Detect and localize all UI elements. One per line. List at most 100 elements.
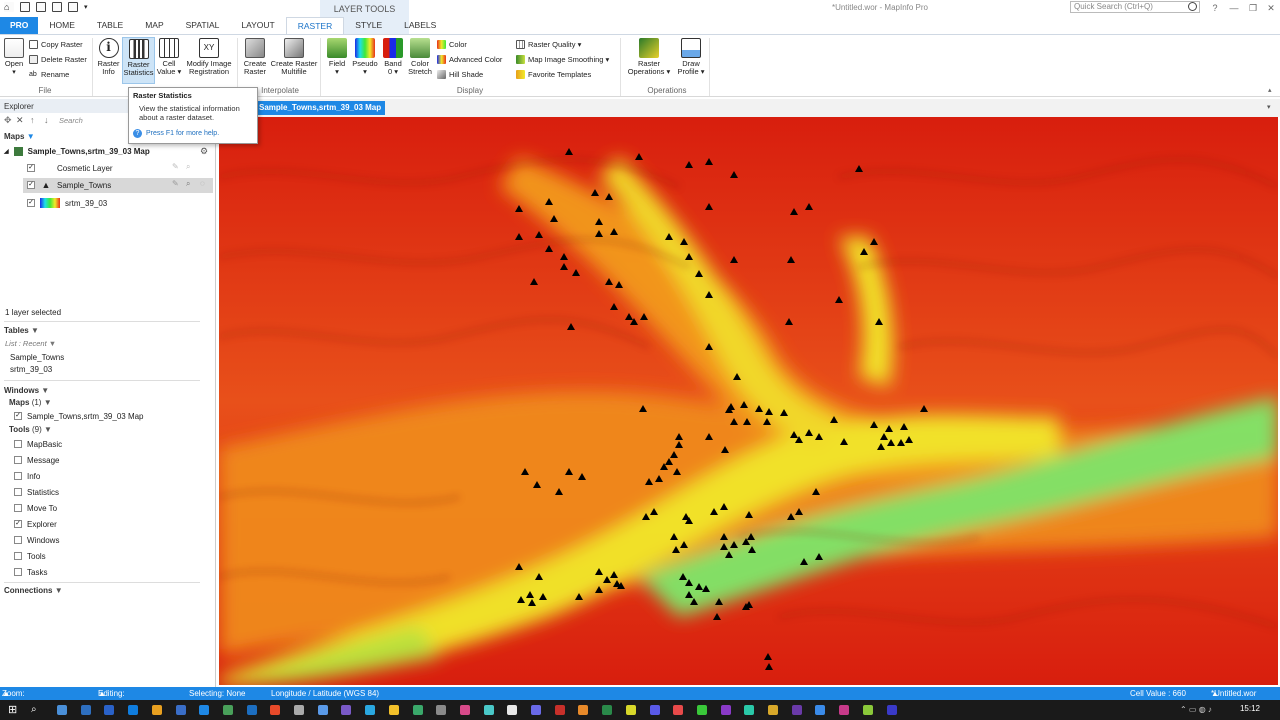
taskbar-app-icon[interactable] xyxy=(791,705,802,715)
raster-operations-button[interactable]: Raster Operations ▾ xyxy=(625,38,673,76)
tools-group[interactable]: Tools (9) ▼ xyxy=(9,425,52,434)
quick-search-input[interactable]: Quick Search (Ctrl+Q) xyxy=(1070,1,1200,13)
taskbar-app-icon[interactable] xyxy=(744,705,755,715)
color-stretch-button[interactable]: Color Stretch xyxy=(406,38,434,76)
create-raster-button[interactable]: Create Raster xyxy=(240,38,270,76)
windows-start-icon[interactable]: ⊞ xyxy=(8,703,17,716)
chevron-down-icon[interactable]: ▼ xyxy=(27,132,35,141)
tool-checkbox[interactable] xyxy=(14,456,22,464)
tool-item-explorer[interactable]: Explorer xyxy=(14,516,62,532)
new-document-icon[interactable] xyxy=(20,2,30,12)
taskbar-app-icon[interactable] xyxy=(57,705,67,715)
layer-row-cosmetic[interactable]: Cosmetic Layer xyxy=(27,161,113,175)
tool-checkbox[interactable] xyxy=(14,440,22,448)
taskbar-app-icon[interactable] xyxy=(531,705,541,715)
tool-checkbox[interactable] xyxy=(14,536,22,544)
tool-item-move-to[interactable]: Move To xyxy=(14,500,62,516)
move-down-icon[interactable]: ↓ xyxy=(44,115,49,125)
taskbar-app-icon[interactable] xyxy=(128,705,139,715)
taskbar-app-icon[interactable] xyxy=(720,705,731,715)
edit-layer-icon[interactable]: ✎ xyxy=(172,179,179,188)
select-layer-icon[interactable]: ⌕ xyxy=(186,179,190,189)
chevron-down-icon[interactable]: ▼ xyxy=(41,386,49,395)
taskbar-app-icon[interactable] xyxy=(862,705,873,715)
layer-row-sample-towns[interactable]: ▲ Sample_Towns xyxy=(27,178,111,192)
chevron-down-icon[interactable]: ▼ xyxy=(55,586,63,595)
table-item[interactable]: srtm_39_03 xyxy=(10,365,52,374)
taskbar-app-icon[interactable] xyxy=(388,705,399,715)
tool-item-tasks[interactable]: Tasks xyxy=(14,564,62,580)
taskbar-app-icon[interactable] xyxy=(175,705,186,715)
tab-pro[interactable]: PRO xyxy=(0,17,39,34)
window-checkbox[interactable] xyxy=(14,412,22,420)
chevron-down-icon[interactable]: ▼ xyxy=(44,425,52,434)
tool-checkbox[interactable] xyxy=(14,504,22,512)
move-icon[interactable]: ✥ xyxy=(4,115,12,126)
expand-triangle-icon[interactable]: ◢ xyxy=(4,148,9,155)
restore-icon[interactable]: ❐ xyxy=(1245,2,1261,14)
taskbar-app-icon[interactable] xyxy=(436,705,447,715)
taskbar-app-icon[interactable] xyxy=(625,705,636,715)
connections-section-header[interactable]: Connections ▼ xyxy=(4,586,63,595)
cell-value-button[interactable]: Cell Value ▾ xyxy=(156,38,182,76)
selecting-status[interactable]: Selecting: None xyxy=(189,687,245,700)
explorer-search-input[interactable]: Search xyxy=(56,116,126,127)
delete-raster-button[interactable]: Delete Raster xyxy=(29,53,87,65)
tab-style[interactable]: STYLE xyxy=(344,17,393,34)
customize-qat-icon[interactable]: ▾ xyxy=(84,3,88,11)
advanced-color-button[interactable]: Advanced Color xyxy=(437,53,502,65)
select-layer-icon[interactable]: ⌕ xyxy=(186,162,190,172)
taskbar-app-icon[interactable] xyxy=(199,705,210,715)
taskbar-app-icon[interactable] xyxy=(317,705,328,715)
tool-item-windows[interactable]: Windows xyxy=(14,532,62,548)
taskbar-app-icon[interactable] xyxy=(341,705,352,715)
taskbar-app-icon[interactable] xyxy=(578,705,589,715)
taskbar-app-icon[interactable] xyxy=(839,705,850,715)
chevron-down-icon[interactable]: ▼ xyxy=(31,326,39,335)
layer-row-srtm[interactable]: srtm_39_03 xyxy=(27,196,107,210)
close-icon[interactable]: ✕ xyxy=(1263,2,1279,14)
taskbar-app-icon[interactable] xyxy=(80,705,91,715)
taskbar-app-icon[interactable] xyxy=(768,705,778,715)
tables-filter[interactable]: List : Recent ▼ xyxy=(5,339,56,348)
maps-windows-group[interactable]: Maps (1) ▼ xyxy=(9,398,52,407)
taskbar-app-icon[interactable] xyxy=(270,705,281,715)
chevron-down-icon[interactable]: ▼ xyxy=(44,398,52,407)
tool-checkbox[interactable] xyxy=(14,472,22,480)
tool-checkbox[interactable] xyxy=(14,488,22,496)
maps-section-header[interactable]: Maps ▼ xyxy=(4,132,35,141)
tab-map[interactable]: MAP xyxy=(134,17,174,34)
tool-item-mapbasic[interactable]: MapBasic xyxy=(14,436,62,452)
layer-visibility-checkbox[interactable] xyxy=(27,199,35,207)
tool-checkbox[interactable] xyxy=(14,568,22,576)
layer-visibility-checkbox[interactable] xyxy=(27,164,35,172)
map-tree-node[interactable]: ◢ Sample_Towns,srtm_39_03 Map xyxy=(4,144,150,158)
favorite-templates-button[interactable]: Favorite Templates xyxy=(516,68,609,80)
system-tray-icons[interactable]: ⌃ ▭ ◍ ♪ xyxy=(1180,705,1212,714)
taskbar-app-icon[interactable] xyxy=(151,705,162,715)
band-button[interactable]: Band 0 ▾ xyxy=(381,38,405,76)
projection-status[interactable]: Longitude / Latitude (WGS 84) xyxy=(271,687,379,700)
table-item[interactable]: Sample_Towns xyxy=(10,353,64,362)
tool-item-info[interactable]: Info xyxy=(14,468,62,484)
taskbar-app-icon[interactable] xyxy=(673,705,684,715)
tab-home[interactable]: HOME xyxy=(38,17,86,34)
move-up-icon[interactable]: ↑ xyxy=(30,115,35,125)
taskbar-app-icon[interactable] xyxy=(886,705,897,715)
chevron-up-icon[interactable]: ▲ xyxy=(2,687,10,700)
minimize-icon[interactable]: — xyxy=(1226,2,1242,14)
collapse-ribbon-icon[interactable]: ▴ xyxy=(1268,86,1272,94)
taskbar-app-icon[interactable] xyxy=(222,705,233,715)
layer-visibility-checkbox[interactable] xyxy=(27,181,35,189)
windows-section-header[interactable]: Windows ▼ xyxy=(4,386,49,395)
tool-item-message[interactable]: Message xyxy=(14,452,62,468)
draw-profile-button[interactable]: Draw Profile ▾ xyxy=(675,38,707,76)
taskbar-app-icon[interactable] xyxy=(246,705,257,715)
tab-spatial[interactable]: SPATIAL xyxy=(175,17,231,34)
field-button[interactable]: Field ▾ xyxy=(325,38,349,76)
copy-raster-button[interactable]: Copy Raster xyxy=(29,38,87,50)
save-icon[interactable] xyxy=(52,2,62,12)
open-document-icon[interactable] xyxy=(36,2,46,12)
create-raster-multifile-button[interactable]: Create Raster Multifile xyxy=(270,38,318,76)
tool-checkbox[interactable] xyxy=(14,520,22,528)
